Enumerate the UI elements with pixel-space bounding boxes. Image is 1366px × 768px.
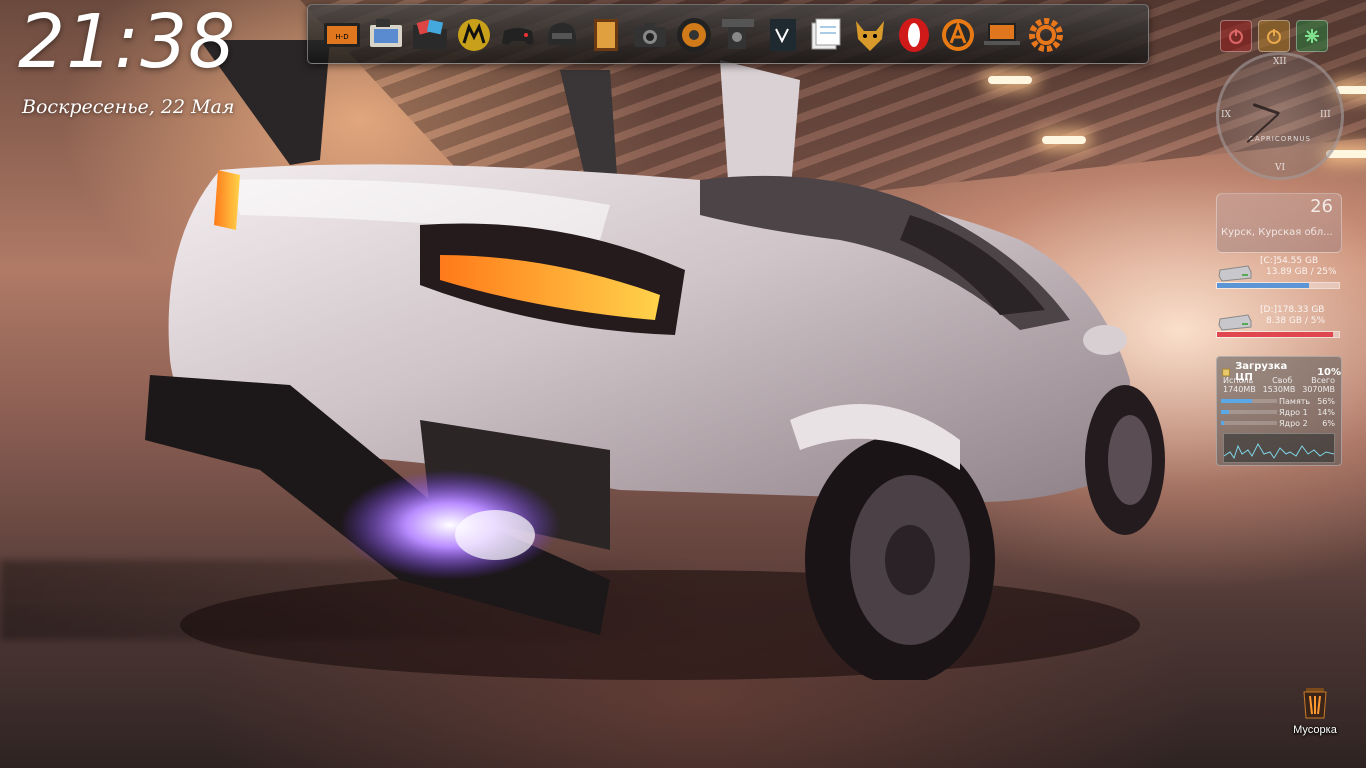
desktop-clock-time: 21:38 (18, 0, 237, 85)
power-icon (1229, 29, 1243, 44)
cpu-row-memory: Память 56% (1221, 397, 1337, 406)
sleep-icon (1305, 29, 1319, 43)
dock-item-harley-laptop[interactable] (980, 13, 1024, 57)
cpu-history-graph (1223, 433, 1335, 463)
helmet-icon (548, 23, 576, 45)
dock-item-folder[interactable] (408, 13, 452, 57)
cpu-header-free: Своб (1272, 376, 1293, 385)
cpu-header-total: Всего (1311, 376, 1335, 385)
opera-icon (899, 18, 929, 52)
dock-item-book[interactable] (584, 13, 628, 57)
clock-zodiac-label: CAPRICORNUS (1249, 135, 1311, 143)
cpu-header-used: Исполь (1223, 376, 1254, 385)
drive-d-bar (1216, 331, 1340, 338)
cpu-row-label: Ядро 2 (1279, 419, 1308, 428)
weather-gadget[interactable]: 26 Курск, Курская обл... (1216, 193, 1342, 253)
drive-c-label: [C:]54.55 GB (1260, 256, 1319, 266)
drive-d-label: [D:]178.33 GB (1260, 305, 1325, 315)
cpu-row-bar-fill (1221, 421, 1225, 425)
hard-drive-icon (1218, 314, 1252, 331)
clock-numeral-3: III (1320, 110, 1331, 120)
avast-icon (942, 19, 974, 51)
documents-icon (811, 18, 841, 50)
dock-item-gamepad[interactable] (496, 13, 540, 57)
dock-item-documents[interactable] (804, 13, 848, 57)
camera-photos-icon (370, 19, 402, 47)
desktop-clock-date: Воскресенье, 22 Мая (22, 96, 235, 118)
dock-item-motorola[interactable] (452, 13, 496, 57)
cpu-row-value: 6% (1322, 419, 1335, 428)
dock-item-camera[interactable] (628, 13, 672, 57)
recycle-bin-icon (1303, 688, 1327, 719)
cpu-meter-gadget[interactable]: Загрузка ЦП 10% Исполь Своб Всего 1740MB… (1216, 356, 1342, 466)
cpu-row-bar-fill (1221, 410, 1229, 414)
recycle-bin-label: Мусорка (1293, 724, 1337, 736)
weather-temperature: 26 (1310, 196, 1333, 217)
motorola-icon (458, 19, 490, 51)
drive-c-meter[interactable]: [C:]54.55 GB 13.89 GB / 25% (1216, 256, 1340, 296)
cpu-row-core2: Ядро 2 6% (1221, 419, 1337, 428)
analog-clock-gadget[interactable]: XII III VI IX CAPRICORNUS (1216, 52, 1344, 180)
dock-item-avast[interactable] (936, 13, 980, 57)
wallpaper-ceiling-light (1336, 86, 1366, 94)
drive-d-usage: 8.38 GB / 5% (1266, 316, 1326, 326)
cpu-row-bar (1221, 399, 1277, 403)
book-icon (594, 19, 618, 51)
cpu-row-bar (1221, 410, 1277, 414)
dock-item-camera-photos[interactable] (364, 13, 408, 57)
dock-item-video-camera[interactable] (716, 13, 760, 57)
dock-item-notebook[interactable] (760, 13, 804, 57)
dock-item-settings-gear[interactable] (1024, 13, 1068, 57)
settings-gear-icon (1029, 18, 1063, 52)
video-camera-icon (722, 19, 754, 49)
app-dock: H-D (307, 4, 1149, 64)
clock-numeral-12: XII (1273, 57, 1287, 67)
svg-text:H-D: H-D (335, 33, 348, 41)
cpu-value-total: 3070MB (1302, 385, 1335, 394)
drive-c-usage: 13.89 GB / 25% (1266, 267, 1337, 277)
dock-item-harley-davidson[interactable]: H-D (320, 13, 364, 57)
clock-hour-hand (1252, 103, 1280, 115)
dock-item-opera[interactable] (892, 13, 936, 57)
notebook-icon (770, 19, 796, 51)
cpu-meter-headers: Исполь Своб Всего (1223, 376, 1335, 385)
recycle-bin-shortcut[interactable]: Мусорка (1282, 686, 1348, 736)
cpu-meter-values: 1740MB 1530MB 3070MB (1223, 385, 1335, 394)
weather-city: Курск, Курская обл... (1221, 227, 1333, 238)
cpu-row-bar (1221, 421, 1277, 425)
folder-icon (413, 19, 447, 49)
power-controls (1220, 20, 1328, 52)
hard-drive-icon (1218, 265, 1252, 282)
cpu-value-free: 1530MB (1262, 385, 1296, 394)
shutdown-button[interactable] (1220, 20, 1252, 52)
speaker-icon (677, 18, 711, 52)
cpu-value-used: 1740MB (1223, 385, 1256, 394)
fox-icon (856, 21, 884, 51)
harley-davidson-icon: H-D (324, 23, 360, 47)
gamepad-icon (502, 28, 534, 45)
cpu-row-label: Память (1279, 397, 1311, 406)
dock-item-fox[interactable] (848, 13, 892, 57)
harley-laptop-icon (984, 23, 1020, 45)
drive-c-bar (1216, 282, 1340, 289)
dock-item-speaker[interactable] (672, 13, 716, 57)
standby-icon (1267, 29, 1281, 44)
drive-c-bar-fill (1217, 283, 1309, 288)
drive-d-bar-fill (1217, 332, 1333, 337)
drive-d-meter[interactable]: [D:]178.33 GB 8.38 GB / 5% (1216, 305, 1340, 345)
dock-item-helmet[interactable] (540, 13, 584, 57)
cpu-row-value: 14% (1317, 408, 1335, 417)
clock-numeral-6: VI (1275, 163, 1286, 173)
cpu-row-core1: Ядро 1 14% (1221, 408, 1337, 417)
sleep-button[interactable] (1296, 20, 1328, 52)
cpu-row-bar-fill (1221, 399, 1253, 403)
dock-icon-list: H-D (320, 13, 1068, 57)
clock-numeral-9: IX (1221, 110, 1231, 120)
wallpaper-car-illustration (145, 40, 1165, 680)
restart-button[interactable] (1258, 20, 1290, 52)
cpu-row-label: Ядро 1 (1279, 408, 1308, 417)
camera-icon (634, 23, 666, 47)
cpu-row-value: 56% (1317, 397, 1335, 406)
